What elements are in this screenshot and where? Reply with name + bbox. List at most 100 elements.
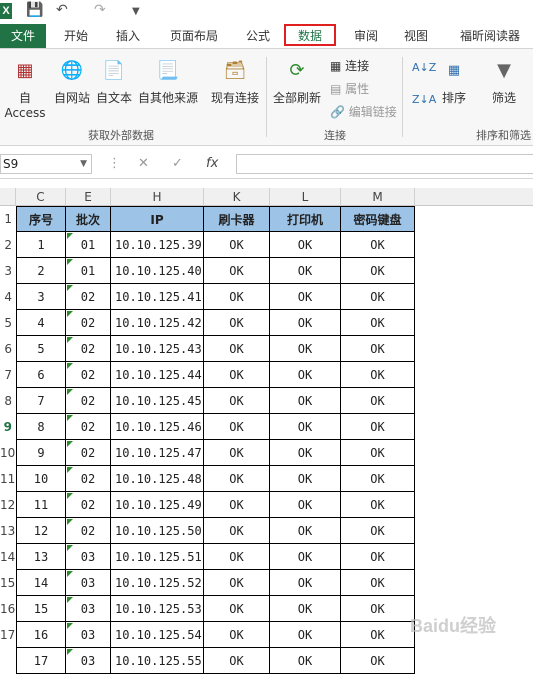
existing-connections-button[interactable]: 🗃 现有连接 <box>208 57 262 106</box>
table-cell[interactable]: OK <box>341 362 415 388</box>
table-cell[interactable]: 10.10.125.43 <box>111 336 204 362</box>
row-header[interactable]: 17 <box>0 628 15 642</box>
customize-icon[interactable]: ▼ <box>132 6 140 17</box>
table-cell[interactable]: 7 <box>16 388 66 414</box>
table-cell[interactable]: OK <box>270 440 341 466</box>
sort-z-a-icon[interactable]: Z↓A <box>412 93 436 106</box>
table-cell[interactable]: OK <box>341 310 415 336</box>
table-cell[interactable]: OK <box>270 544 341 570</box>
table-header-cell[interactable]: 刷卡器 <box>204 206 270 232</box>
table-cell[interactable]: 9 <box>16 440 66 466</box>
table-cell[interactable]: 10.10.125.39 <box>111 232 204 258</box>
table-cell[interactable]: 11 <box>16 492 66 518</box>
row-header[interactable]: 11 <box>0 472 15 486</box>
table-cell[interactable]: 10.10.125.45 <box>111 388 204 414</box>
table-cell[interactable]: OK <box>341 570 415 596</box>
table-header-cell[interactable]: 密码键盘 <box>341 206 415 232</box>
row-header[interactable]: 16 <box>0 602 15 616</box>
table-cell[interactable]: 10.10.125.50 <box>111 518 204 544</box>
table-cell[interactable]: OK <box>270 570 341 596</box>
table-cell[interactable]: OK <box>204 440 270 466</box>
table-cell[interactable]: OK <box>270 388 341 414</box>
row-header[interactable]: 8 <box>0 394 12 408</box>
table-cell[interactable]: 10.10.125.47 <box>111 440 204 466</box>
table-cell[interactable]: OK <box>204 258 270 284</box>
table-cell[interactable]: 2 <box>16 258 66 284</box>
table-cell[interactable]: OK <box>341 232 415 258</box>
cancel-icon[interactable]: ✕ <box>138 156 149 171</box>
table-cell[interactable]: OK <box>341 518 415 544</box>
chevron-down-icon[interactable]: ▼ <box>80 155 87 173</box>
table-cell[interactable]: 10.10.125.55 <box>111 648 204 674</box>
table-cell[interactable]: OK <box>341 622 415 648</box>
table-cell[interactable]: OK <box>204 466 270 492</box>
table-cell[interactable]: 10.10.125.53 <box>111 596 204 622</box>
table-cell[interactable]: OK <box>204 622 270 648</box>
from-web-button[interactable]: 🌐 自网站 <box>52 57 92 106</box>
table-header-cell[interactable]: IP <box>111 206 204 232</box>
table-cell[interactable]: OK <box>270 336 341 362</box>
table-cell[interactable]: OK <box>270 466 341 492</box>
table-cell[interactable]: OK <box>204 336 270 362</box>
undo-icon[interactable]: ↶ <box>56 2 68 18</box>
table-cell[interactable]: OK <box>341 648 415 674</box>
from-access-button[interactable]: ▦ 自 Access <box>0 57 50 120</box>
tab-foxit-reader[interactable]: 福昕阅读器 <box>452 24 528 48</box>
row-header[interactable]: 9 <box>0 420 12 434</box>
filter-button[interactable]: ▼ 筛选 <box>484 57 524 106</box>
tab-page-layout[interactable]: 页面布局 <box>164 24 224 48</box>
tab-review[interactable]: 审阅 <box>346 24 386 48</box>
table-cell[interactable]: OK <box>341 492 415 518</box>
confirm-icon[interactable]: ✓ <box>172 156 183 171</box>
sort-a-z-icon[interactable]: A↓Z <box>412 61 436 74</box>
table-cell[interactable]: 5 <box>16 336 66 362</box>
table-cell[interactable]: OK <box>270 284 341 310</box>
table-cell[interactable]: 10.10.125.41 <box>111 284 204 310</box>
row-header[interactable]: 7 <box>0 368 12 382</box>
table-cell[interactable]: OK <box>341 388 415 414</box>
table-cell[interactable]: OK <box>204 518 270 544</box>
table-cell[interactable]: OK <box>204 284 270 310</box>
table-cell[interactable]: 4 <box>16 310 66 336</box>
row-header[interactable]: 13 <box>0 524 15 538</box>
table-cell[interactable]: 12 <box>16 518 66 544</box>
table-header-cell[interactable]: 批次 <box>66 206 111 232</box>
table-cell[interactable]: 8 <box>16 414 66 440</box>
table-cell[interactable]: OK <box>270 648 341 674</box>
from-text-button[interactable]: 📄 自文本 <box>94 57 134 106</box>
table-cell[interactable]: OK <box>270 258 341 284</box>
tab-view[interactable]: 视图 <box>396 24 436 48</box>
table-cell[interactable]: OK <box>270 622 341 648</box>
table-cell[interactable]: 10.10.125.54 <box>111 622 204 648</box>
table-cell[interactable]: OK <box>270 518 341 544</box>
table-cell[interactable]: 10.10.125.40 <box>111 258 204 284</box>
table-cell[interactable]: 14 <box>16 570 66 596</box>
row-header[interactable]: 1 <box>0 212 12 226</box>
table-cell[interactable]: OK <box>270 310 341 336</box>
select-all-corner[interactable] <box>0 188 16 206</box>
row-header[interactable]: 15 <box>0 576 15 590</box>
table-cell[interactable]: 3 <box>16 284 66 310</box>
table-cell[interactable]: 16 <box>16 622 66 648</box>
table-cell[interactable]: 1 <box>16 232 66 258</box>
table-cell[interactable]: 10.10.125.52 <box>111 570 204 596</box>
tab-file[interactable]: 文件 <box>0 24 46 48</box>
table-cell[interactable]: 10.10.125.44 <box>111 362 204 388</box>
table-cell[interactable]: OK <box>341 414 415 440</box>
save-icon[interactable]: 💾 <box>26 2 43 18</box>
row-header[interactable]: 10 <box>0 446 15 460</box>
tab-formulas[interactable]: 公式 <box>238 24 278 48</box>
table-cell[interactable]: 10.10.125.49 <box>111 492 204 518</box>
table-cell[interactable]: 6 <box>16 362 66 388</box>
row-header[interactable]: 3 <box>0 264 12 278</box>
table-cell[interactable]: OK <box>341 258 415 284</box>
table-cell[interactable]: OK <box>270 362 341 388</box>
row-header[interactable]: 2 <box>0 238 12 252</box>
table-cell[interactable]: OK <box>204 596 270 622</box>
table-cell[interactable]: OK <box>204 570 270 596</box>
table-cell[interactable]: 10.10.125.42 <box>111 310 204 336</box>
from-other-sources-button[interactable]: 📃 自其他来源 <box>136 57 200 106</box>
column-header-e[interactable]: E <box>66 188 111 206</box>
table-cell[interactable]: OK <box>270 492 341 518</box>
table-cell[interactable]: OK <box>204 492 270 518</box>
